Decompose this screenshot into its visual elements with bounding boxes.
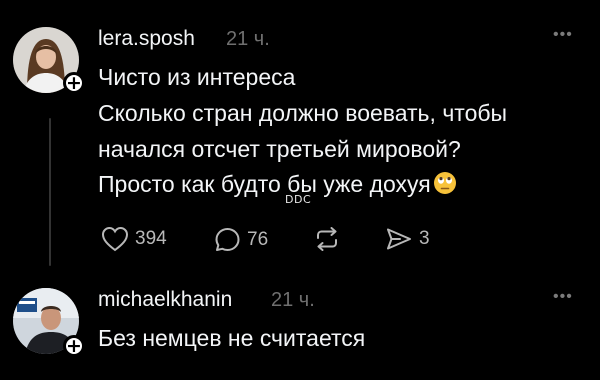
thread-line xyxy=(49,118,51,266)
follow-button[interactable]: + xyxy=(63,335,85,357)
face-with-rolling-eyes-icon xyxy=(433,171,457,201)
like-count: 394 xyxy=(135,228,167,249)
timestamp: 21 ч. xyxy=(226,28,270,50)
post-text-line: Чисто из интереса xyxy=(98,64,296,90)
follow-button[interactable]: + xyxy=(63,72,85,94)
repost-icon xyxy=(317,227,337,251)
share-button[interactable]: 3 xyxy=(385,227,430,251)
reply-count: 76 xyxy=(247,228,269,250)
share-count: 3 xyxy=(419,228,430,249)
share-icon xyxy=(387,228,411,250)
post-text-line: Без немцев не считается xyxy=(98,325,366,351)
plus-icon: + xyxy=(66,71,82,94)
reply-button[interactable]: 76 xyxy=(214,226,268,253)
timestamp: 21 ч. xyxy=(271,289,315,311)
comment-icon xyxy=(215,228,240,251)
plus-icon: + xyxy=(66,334,82,357)
post-text-line: начался отсчет третьей мировой? xyxy=(98,136,461,162)
post-text-line: Просто как будто бы уже дохуя xyxy=(98,171,431,197)
like-button[interactable]: 394 xyxy=(101,226,167,252)
repost-button[interactable] xyxy=(314,227,340,251)
post-text-line: Сколько стран должно воевать, чтобы xyxy=(98,100,508,126)
watermark: DDC xyxy=(285,193,312,206)
username[interactable]: lera.sposh xyxy=(98,27,195,51)
more-horizontal-icon[interactable]: ••• xyxy=(553,26,573,44)
post-text-line-with-emoji: Просто как будто бы уже дохуя xyxy=(98,171,457,201)
heart-icon xyxy=(101,226,129,252)
username[interactable]: michaelkhanin xyxy=(98,288,232,312)
more-horizontal-icon[interactable]: ••• xyxy=(553,288,573,306)
